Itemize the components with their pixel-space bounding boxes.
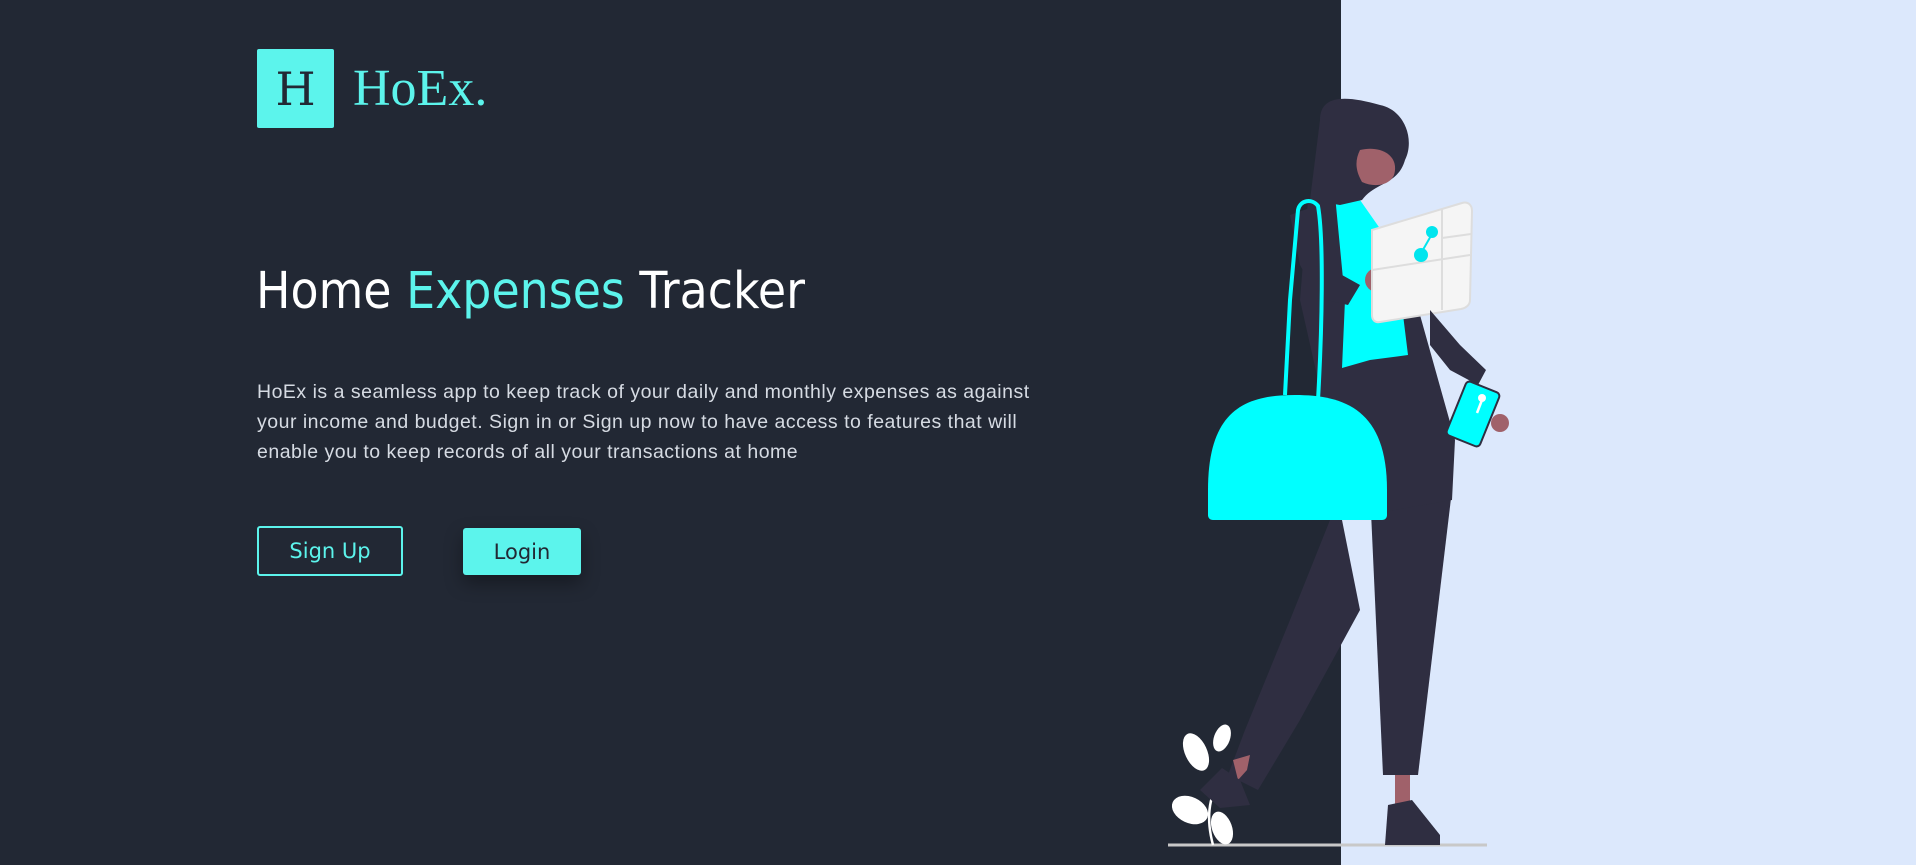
woman-with-bag-illustration [1168,98,1509,847]
hero-description: HoEx is a seamless app to keep track of … [257,381,1030,463]
hero-title-part2: Tracker [624,262,806,321]
phone-illustration [1445,380,1501,448]
signup-button[interactable]: Sign Up [257,526,403,576]
logo[interactable]: H HoEx. [257,49,487,128]
logo-mark: H [257,49,334,128]
tablet-illustration [1371,201,1474,324]
hero-title-part1: Home [256,262,407,321]
login-button[interactable]: Login [463,528,581,575]
logo-text: HoEx. [353,60,488,117]
landing-page: H HoEx. Home Expenses Tracker HoEx is a … [0,0,1916,865]
hero-title: Home Expenses Tracker [256,262,805,321]
hero-title-accent: Expenses [406,262,625,321]
